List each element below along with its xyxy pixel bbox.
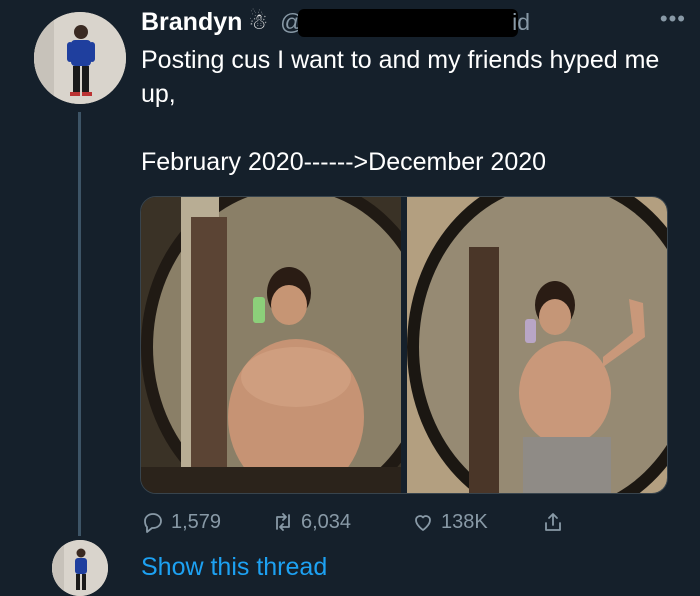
share-button[interactable] (541, 510, 571, 534)
handle[interactable]: @ id (280, 8, 530, 37)
photo-before[interactable] (141, 197, 401, 493)
reply-count: 1,579 (171, 510, 222, 533)
tweet-text-line-2: February 2020------>December 2020 (141, 148, 547, 176)
retweet-count: 6,034 (301, 510, 352, 533)
retweet-icon (276, 513, 290, 531)
tweet-header: Brandyn ☃ @ id (141, 6, 681, 38)
tweet-text-line-1: Posting cus I want to and my friends hyp… (141, 46, 660, 108)
show-thread-link[interactable]: Show this thread (141, 553, 327, 582)
reply-button[interactable]: 1,579 (141, 510, 271, 534)
thread-line (78, 112, 81, 536)
retweet-button[interactable]: 6,034 (271, 510, 411, 534)
avatar[interactable] (34, 12, 126, 104)
reply-icon (144, 513, 162, 533)
tweet-text: Posting cus I want to and my friends hyp… (141, 43, 681, 179)
heart-icon (415, 515, 431, 531)
share-icon (545, 513, 561, 531)
handle-suffix: id (512, 8, 531, 35)
photo-after[interactable] (407, 197, 667, 493)
tweet-actions: 1,579 6,034 138K (141, 508, 601, 536)
handle-redaction (298, 8, 519, 37)
more-options-icon[interactable]: ••• (660, 6, 686, 32)
like-button[interactable]: 138K (411, 510, 541, 534)
avatar-small[interactable] (52, 540, 108, 596)
like-count: 138K (441, 510, 488, 533)
tweet-media[interactable] (140, 196, 668, 494)
snowman-emoji: ☃ (248, 9, 269, 34)
display-name[interactable]: Brandyn (141, 8, 242, 37)
